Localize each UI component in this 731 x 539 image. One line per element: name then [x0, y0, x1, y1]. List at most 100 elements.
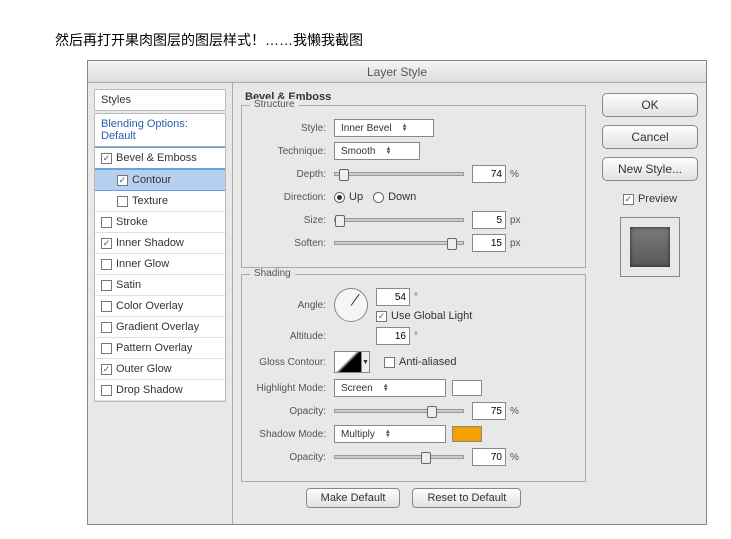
direction-down-radio[interactable] [373, 192, 384, 203]
chevron-updown-icon: ▲▼ [402, 124, 408, 132]
anti-aliased-checkbox[interactable] [384, 357, 395, 368]
soften-slider[interactable] [334, 241, 464, 245]
slider-thumb[interactable] [421, 452, 431, 464]
structure-legend: Structure [250, 99, 299, 110]
gloss-contour-label: Gloss Contour: [252, 357, 334, 368]
shadow-mode-select[interactable]: Multiply▲▼ [334, 425, 446, 443]
chevron-updown-icon: ▲▼ [385, 147, 391, 155]
make-default-button[interactable]: Make Default [306, 488, 401, 508]
checkbox-inner-shadow[interactable] [101, 238, 112, 249]
label: Gradient Overlay [116, 321, 199, 333]
depth-slider[interactable] [334, 172, 464, 176]
shadow-opacity-slider[interactable] [334, 455, 464, 459]
technique-select[interactable]: Smooth ▲▼ [334, 142, 420, 160]
highlight-opacity-unit: % [510, 406, 519, 417]
checkbox-gradient-overlay[interactable] [101, 322, 112, 333]
depth-input[interactable] [472, 165, 506, 183]
global-light-label: Use Global Light [391, 310, 472, 322]
checkbox-bevel[interactable] [101, 153, 112, 164]
checkbox-drop-shadow[interactable] [101, 385, 112, 396]
item-stroke[interactable]: Stroke [95, 212, 225, 233]
highlight-mode-label: Highlight Mode: [252, 383, 334, 394]
item-contour[interactable]: Contour [95, 169, 225, 191]
angle-dial[interactable] [334, 288, 368, 322]
highlight-mode-select[interactable]: Screen ▲▼ [334, 379, 446, 397]
gloss-contour-picker[interactable] [334, 351, 362, 373]
label: Inner Glow [116, 258, 169, 270]
checkbox-outer-glow[interactable] [101, 364, 112, 375]
effects-list: Blending Options: Default Bevel & Emboss… [94, 113, 226, 402]
slider-thumb[interactable] [427, 406, 437, 418]
item-pattern-overlay[interactable]: Pattern Overlay [95, 338, 225, 359]
slider-thumb[interactable] [339, 169, 349, 181]
preview-swatch [630, 227, 670, 267]
style-value: Inner Bevel [341, 123, 392, 134]
styles-header[interactable]: Styles [94, 89, 226, 111]
global-light-checkbox[interactable] [376, 311, 387, 322]
chevron-updown-icon: ▲▼ [383, 384, 389, 392]
checkbox-texture[interactable] [117, 196, 128, 207]
new-style-button[interactable]: New Style... [602, 157, 698, 181]
label: Color Overlay [116, 300, 183, 312]
highlight-opacity-input[interactable] [472, 402, 506, 420]
item-texture[interactable]: Texture [95, 191, 225, 212]
dialog-title: Layer Style [88, 61, 706, 83]
depth-label: Depth: [252, 169, 334, 180]
preview-box [620, 217, 680, 277]
up-label: Up [349, 191, 363, 203]
angle-input[interactable] [376, 288, 410, 306]
checkbox-satin[interactable] [101, 280, 112, 291]
size-input[interactable] [472, 211, 506, 229]
preview-checkbox[interactable] [623, 194, 634, 205]
altitude-input[interactable] [376, 327, 410, 345]
item-blending-options[interactable]: Blending Options: Default [95, 114, 225, 147]
reset-default-button[interactable]: Reset to Default [412, 488, 521, 508]
highlight-opacity-slider[interactable] [334, 409, 464, 413]
chevron-updown-icon: ▲▼ [385, 430, 391, 438]
item-inner-glow[interactable]: Inner Glow [95, 254, 225, 275]
item-color-overlay[interactable]: Color Overlay [95, 296, 225, 317]
item-satin[interactable]: Satin [95, 275, 225, 296]
label: Bevel & Emboss [116, 152, 197, 164]
label: Pattern Overlay [116, 342, 192, 354]
shadow-opacity-unit: % [510, 452, 519, 463]
item-inner-shadow[interactable]: Inner Shadow [95, 233, 225, 254]
item-outer-glow[interactable]: Outer Glow [95, 359, 225, 380]
settings-panel: Bevel & Emboss Structure Style: Inner Be… [233, 83, 594, 524]
shadow-color-swatch[interactable] [452, 426, 482, 442]
slider-thumb[interactable] [335, 215, 345, 227]
soften-unit: px [510, 238, 521, 249]
direction-label: Direction: [252, 192, 334, 203]
page-caption: 然后再打开果肉图层的图层样式！……我懒我截图 [55, 30, 731, 50]
ok-button[interactable]: OK [602, 93, 698, 117]
checkbox-contour[interactable] [117, 175, 128, 186]
item-gradient-overlay[interactable]: Gradient Overlay [95, 317, 225, 338]
item-drop-shadow[interactable]: Drop Shadow [95, 380, 225, 401]
size-label: Size: [252, 215, 334, 226]
action-column: OK Cancel New Style... Preview [594, 83, 706, 524]
preview-label: Preview [638, 193, 677, 205]
style-select[interactable]: Inner Bevel ▲▼ [334, 119, 434, 137]
item-bevel-emboss[interactable]: Bevel & Emboss [95, 147, 225, 169]
highlight-color-swatch[interactable] [452, 380, 482, 396]
checkbox-stroke[interactable] [101, 217, 112, 228]
highlight-mode-value: Screen [341, 383, 373, 394]
shadow-opacity-input[interactable] [472, 448, 506, 466]
layer-style-dialog: Layer Style Styles Blending Options: Def… [87, 60, 707, 525]
depth-unit: % [510, 169, 519, 180]
technique-value: Smooth [341, 146, 375, 157]
checkbox-color-overlay[interactable] [101, 301, 112, 312]
angle-unit: ° [414, 292, 418, 303]
checkbox-inner-glow[interactable] [101, 259, 112, 270]
direction-up-radio[interactable] [334, 192, 345, 203]
shadow-opacity-label: Opacity: [252, 452, 334, 463]
soften-input[interactable] [472, 234, 506, 252]
preview-toggle[interactable]: Preview [623, 193, 677, 205]
checkbox-pattern-overlay[interactable] [101, 343, 112, 354]
cancel-button[interactable]: Cancel [602, 125, 698, 149]
slider-thumb[interactable] [447, 238, 457, 250]
size-slider[interactable] [334, 218, 464, 222]
size-unit: px [510, 215, 521, 226]
label: Drop Shadow [116, 384, 183, 396]
gloss-contour-dropdown[interactable]: ▼ [362, 351, 370, 373]
